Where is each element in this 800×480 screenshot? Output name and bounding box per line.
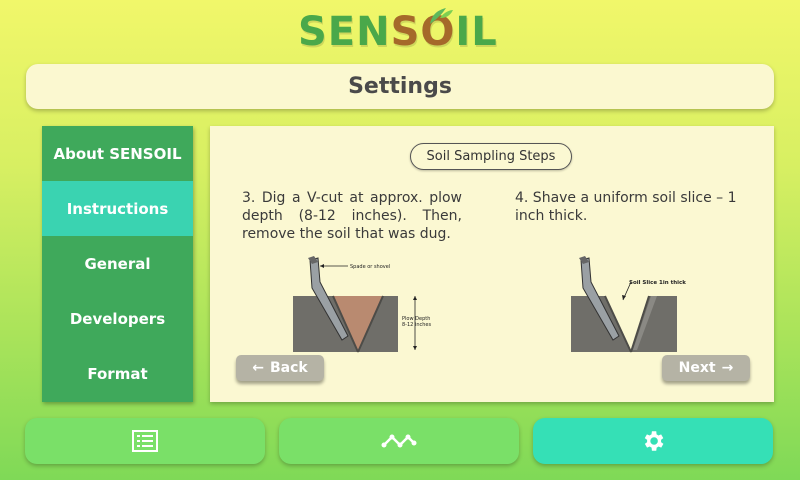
nav-button-data-list[interactable] [25,418,265,464]
sidebar-item-label: About SENSOIL [53,144,182,163]
v-cut-illustration: Spade or shovel Plow Depth 8-12 inches [293,256,431,353]
sidebar-item-label: Format [87,364,148,383]
sidebar-item-label: Instructions [66,199,169,218]
settings-sidebar: About SENSOIL Instructions General Devel… [42,126,193,402]
arrow-left-icon: ← [252,360,264,376]
step-4-text: 4. Shave a uniform soil slice – 1 inch t… [515,190,737,224]
sprout-icon [430,8,453,24]
next-label: Next [678,360,716,376]
step-3-text: 3. Dig a V-cut at approx. plow depth (8-… [242,190,462,242]
gear-icon [644,431,664,451]
nav-button-settings[interactable] [533,418,773,464]
section-title: Soil Sampling Steps [410,143,572,170]
next-button[interactable]: Next → [662,355,750,381]
page-title: Settings [348,74,452,99]
sidebar-item-format[interactable]: Format [42,346,193,401]
spade-label: Spade or shovel [350,264,390,270]
sidebar-item-general[interactable]: General [42,236,193,291]
slice-label: Soil Slice 1in thick [629,280,686,286]
sidebar-item-label: Developers [69,309,166,328]
chart-line-icon [381,434,417,448]
logo-text-sen: SEN [298,9,391,55]
nav-button-charts[interactable] [279,418,519,464]
back-label: Back [270,360,308,376]
depth-label-2: 8-12 inches [402,322,431,328]
soil-slice-illustration: Soil Slice 1in thick [571,256,686,353]
settings-header: Settings [26,64,774,109]
sidebar-item-about[interactable]: About SENSOIL [42,126,193,181]
sidebar-item-developers[interactable]: Developers [42,291,193,346]
back-button[interactable]: ← Back [236,355,324,381]
sidebar-item-instructions[interactable]: Instructions [42,181,193,236]
instructions-panel: Soil Sampling Steps 3. Dig a V-cut at ap… [210,126,774,402]
logo-text-il: IL [455,9,498,55]
app-logo: SENSOIL [298,8,502,56]
arrow-right-icon: → [721,360,734,376]
list-icon [132,430,158,452]
sidebar-item-label: General [84,254,151,273]
